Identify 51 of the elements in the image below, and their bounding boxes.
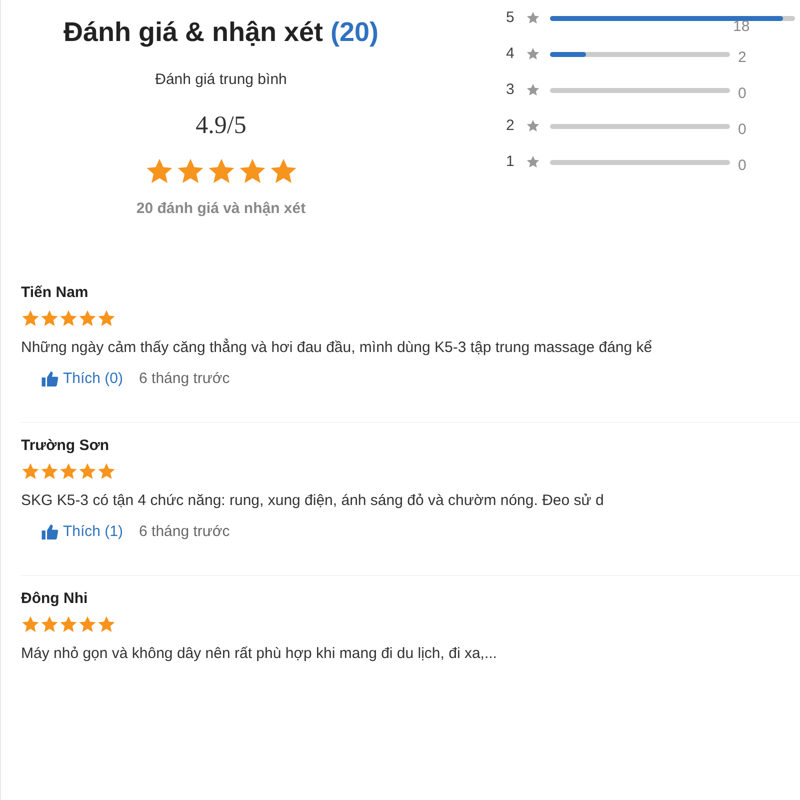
rating-count: 0 — [738, 120, 746, 140]
review-text: SKG K5-3 có tận 4 chức năng: rung, xung điện, ánh sáng đỏ và chườm nóng. Đeo sử d — [21, 490, 604, 510]
review-time: 6 tháng trước — [139, 522, 230, 542]
reviewer-name: Tiến Nam — [21, 283, 90, 303]
star-icon — [40, 308, 59, 328]
star-icon — [206, 156, 236, 186]
star-icon — [59, 308, 78, 328]
star-icon — [526, 155, 540, 169]
rating-count: 2 — [738, 48, 746, 68]
average-rating: 4.9/5 — [196, 111, 246, 141]
section-title: Đánh giá & nhận xét (20) — [63, 16, 379, 49]
star-icon — [526, 83, 540, 97]
like-button[interactable]: Thích (0) — [41, 368, 124, 390]
reviewer-name: Đông Nhi — [21, 589, 89, 609]
star-icon — [144, 156, 174, 186]
review-text: Những ngày cảm thấy căng thẳng và hơi đau đầu, mình dùng K5-3 tập trung massage đáng kể — [21, 338, 652, 358]
star-icon — [21, 614, 40, 634]
star-icon — [97, 308, 116, 328]
review-time: 6 tháng trước — [139, 368, 230, 388]
thumbs-up-icon — [41, 370, 59, 388]
star-icon — [176, 156, 204, 186]
star-level-label: 2 — [506, 116, 516, 136]
star-icon — [40, 614, 59, 634]
star-icon — [97, 614, 116, 634]
thumbs-up-icon — [41, 522, 59, 541]
star-icon — [78, 308, 97, 328]
star-icon — [238, 156, 266, 186]
rating-count: 18 — [733, 18, 750, 34]
star-icon — [21, 462, 40, 480]
star-icon — [526, 119, 540, 133]
rating-count: 0 — [738, 156, 746, 176]
like-button[interactable]: Thích (1) — [41, 520, 124, 543]
star-icon — [97, 462, 116, 480]
star-icon — [78, 614, 97, 634]
star-level-label: 4 — [506, 44, 516, 64]
rating-count: 0 — [738, 84, 746, 104]
star-icon — [78, 462, 97, 480]
reviewer-name: Trường Sơn — [21, 436, 110, 456]
star-icon — [21, 308, 40, 328]
star-icon — [526, 11, 540, 25]
star-icon — [40, 462, 59, 480]
average-label: Đánh giá trung bình — [155, 70, 287, 90]
star-icon — [59, 614, 78, 634]
star-level-label: 5 — [506, 8, 516, 28]
review-total: 20 đánh giá và nhận xét — [136, 198, 306, 218]
star-icon — [59, 462, 78, 480]
star-icon — [526, 47, 540, 61]
review-text: Máy nhỏ gọn và không dây nên rất phù hợp khi mang đi du lịch, đi xa,... — [21, 644, 497, 664]
star-level-label: 1 — [506, 152, 516, 172]
star-icon — [268, 156, 298, 186]
star-level-label: 3 — [506, 80, 516, 100]
